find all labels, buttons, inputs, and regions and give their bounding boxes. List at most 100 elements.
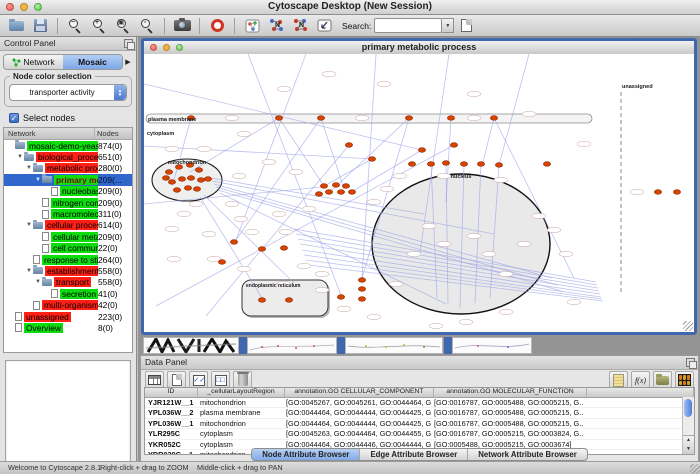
network-node[interactable]	[320, 184, 327, 189]
network-node[interactable]	[258, 247, 265, 252]
tree-column-network[interactable]: Network	[4, 128, 95, 139]
tree-row-label[interactable]: metabolic process	[45, 163, 98, 173]
tree-row[interactable]: multi-organism pro42(0)	[4, 299, 132, 310]
network-edge[interactable]	[482, 118, 494, 166]
tab-network[interactable]: Network	[4, 55, 63, 69]
tree-row[interactable]: secretion41(0)	[4, 288, 132, 299]
tree-row[interactable]: ▼metabolic process280(0)	[4, 163, 132, 174]
more-tabs-arrow[interactable]: ▶	[123, 58, 133, 66]
tree-row[interactable]: ▼establishment of lo558(0)	[4, 265, 132, 276]
tree-row-label[interactable]: response to stimulu	[42, 255, 98, 265]
table-cell[interactable]: [GO:0016787, GO:0005488, GO:0005215, G..…	[431, 398, 583, 407]
table-cell[interactable]: mitochondrion	[197, 419, 283, 428]
tree-expander-icon[interactable]: ▼	[25, 222, 33, 228]
network-node[interactable]	[460, 162, 467, 167]
network-node[interactable]	[187, 176, 194, 181]
background-window[interactable]	[247, 337, 337, 354]
network-node[interactable]	[173, 188, 180, 193]
table-row[interactable]: YPL036W__2plasma membrane[GO:0044464, GO…	[145, 408, 694, 418]
network-node[interactable]	[418, 148, 425, 153]
network-edge[interactable]	[499, 54, 529, 165]
vizmapper-button[interactable]	[314, 17, 334, 35]
network-node[interactable]	[168, 180, 175, 185]
table-cell[interactable]: [GO:0044464, GO:0044444, GO:0044425, G..…	[283, 419, 431, 428]
tree-row-label[interactable]: macromolecule	[51, 209, 98, 219]
app-resize-grip[interactable]	[690, 464, 700, 474]
import-table-button[interactable]	[456, 17, 476, 35]
window-resize-grip[interactable]	[683, 321, 693, 331]
background-window[interactable]	[143, 337, 239, 354]
table-column-header[interactable]: _cellularLayoutRegion	[198, 388, 285, 397]
select-nodes-checkbox[interactable]: ✓	[9, 113, 19, 123]
network-canvas[interactable]: plasma membranecytoplasmmitochondrionnuc…	[144, 54, 694, 332]
table-column-header[interactable]: annotation.GO CELLULAR_COMPONENT	[285, 388, 434, 397]
table-cell[interactable]: [GO:0016787, GO:0005215, GO:0003824, G..…	[431, 429, 583, 438]
network-node[interactable]	[315, 192, 322, 197]
tree-expander-icon[interactable]: ▼	[25, 165, 33, 171]
tree-row-label[interactable]: biological_process	[36, 152, 98, 162]
float-panel-icon[interactable]	[124, 39, 133, 48]
tree-row[interactable]: macromolecule311(0)	[4, 208, 132, 219]
network-node[interactable]	[184, 186, 191, 191]
network-node[interactable]	[345, 143, 352, 148]
tree-column-nodes[interactable]: Nodes	[95, 128, 132, 139]
network-node[interactable]	[197, 178, 204, 183]
tree-row-label[interactable]: Overview	[24, 323, 63, 333]
network-node[interactable]	[337, 190, 344, 195]
network-node[interactable]	[178, 177, 185, 182]
table-cell[interactable]: [GO:0045267, GO:0045261, GO:0044464, G..…	[283, 398, 431, 407]
network-node[interactable]	[405, 116, 412, 121]
network-node[interactable]	[450, 143, 457, 148]
tree-row-label[interactable]: primary metabo	[54, 175, 98, 185]
node-color-dropdown[interactable]: transporter activity ▲▼	[9, 84, 127, 101]
network-node[interactable]	[193, 187, 200, 192]
tree-row-label[interactable]: transport	[54, 277, 91, 287]
tab-network-attribute-browser[interactable]: Network Attribute Browser	[468, 449, 587, 460]
network-edge[interactable]	[236, 54, 306, 240]
tree-row-label[interactable]: cellular metabol	[51, 232, 98, 242]
tree-row-label[interactable]: nitrogen compo	[51, 198, 98, 208]
network-node[interactable]	[495, 163, 502, 168]
network-node[interactable]	[317, 116, 324, 121]
tree-expander-icon[interactable]: ▼	[34, 177, 42, 183]
network-node[interactable]	[442, 161, 449, 166]
tree-row[interactable]: cell communicat22(0)	[4, 243, 132, 254]
tree-row-label[interactable]: establishment of lo	[45, 266, 98, 276]
zoom-out-button[interactable]: −	[65, 17, 85, 35]
network-node[interactable]	[654, 190, 661, 195]
network-node[interactable]	[275, 116, 282, 121]
network-edge[interactable]	[326, 159, 372, 185]
background-window[interactable]	[452, 337, 532, 354]
network-node[interactable]	[408, 162, 415, 167]
tab-node-attribute-browser[interactable]: Node Attribute Browser	[252, 449, 360, 460]
snapshot-button[interactable]	[172, 17, 192, 35]
import-network-db-button[interactable]: N	[290, 17, 310, 35]
network-node[interactable]	[342, 184, 349, 189]
table-row[interactable]: YLR295Ccytoplasm[GO:0045263, GO:0044464,…	[145, 429, 694, 439]
table-scrollbar[interactable]: ▲▼	[682, 397, 694, 454]
network-node[interactable]	[325, 190, 332, 195]
network-node[interactable]	[285, 298, 292, 303]
zoom-selected-button[interactable]: ▫	[137, 17, 157, 35]
tree-row-label[interactable]: nucleobase-	[60, 186, 98, 196]
import-network-file-button[interactable]: N	[266, 17, 286, 35]
table-cell[interactable]: YJR121W__1	[145, 398, 197, 407]
tree-row[interactable]: ▼transport558(0)	[4, 277, 132, 288]
search-dropdown-arrow[interactable]: ▼	[442, 18, 454, 33]
tree-row[interactable]: Overview8(0)	[4, 322, 132, 333]
float-panel-icon[interactable]	[686, 358, 695, 367]
tree-row-label[interactable]: cellular process	[45, 220, 98, 230]
network-node[interactable]	[477, 162, 484, 167]
zoom-fit-button[interactable]: ▣	[113, 17, 133, 35]
create-network-button[interactable]	[242, 17, 262, 35]
tree-row[interactable]: ▼cellular process614(0)	[4, 220, 132, 231]
table-cell[interactable]: YLR295C	[145, 429, 197, 438]
tree-row[interactable]: nucleobase-209(0)	[4, 186, 132, 197]
background-window-edge[interactable]	[337, 337, 345, 354]
tree-row-label[interactable]: secretion	[60, 289, 98, 299]
tree-row-label[interactable]: multi-organism pro	[42, 300, 98, 310]
network-node[interactable]	[673, 190, 680, 195]
table-cell[interactable]: [GO:0045263, GO:0044464, GO:0044455, G..…	[283, 429, 431, 438]
network-node[interactable]	[368, 157, 375, 162]
network-node[interactable]	[447, 116, 454, 121]
